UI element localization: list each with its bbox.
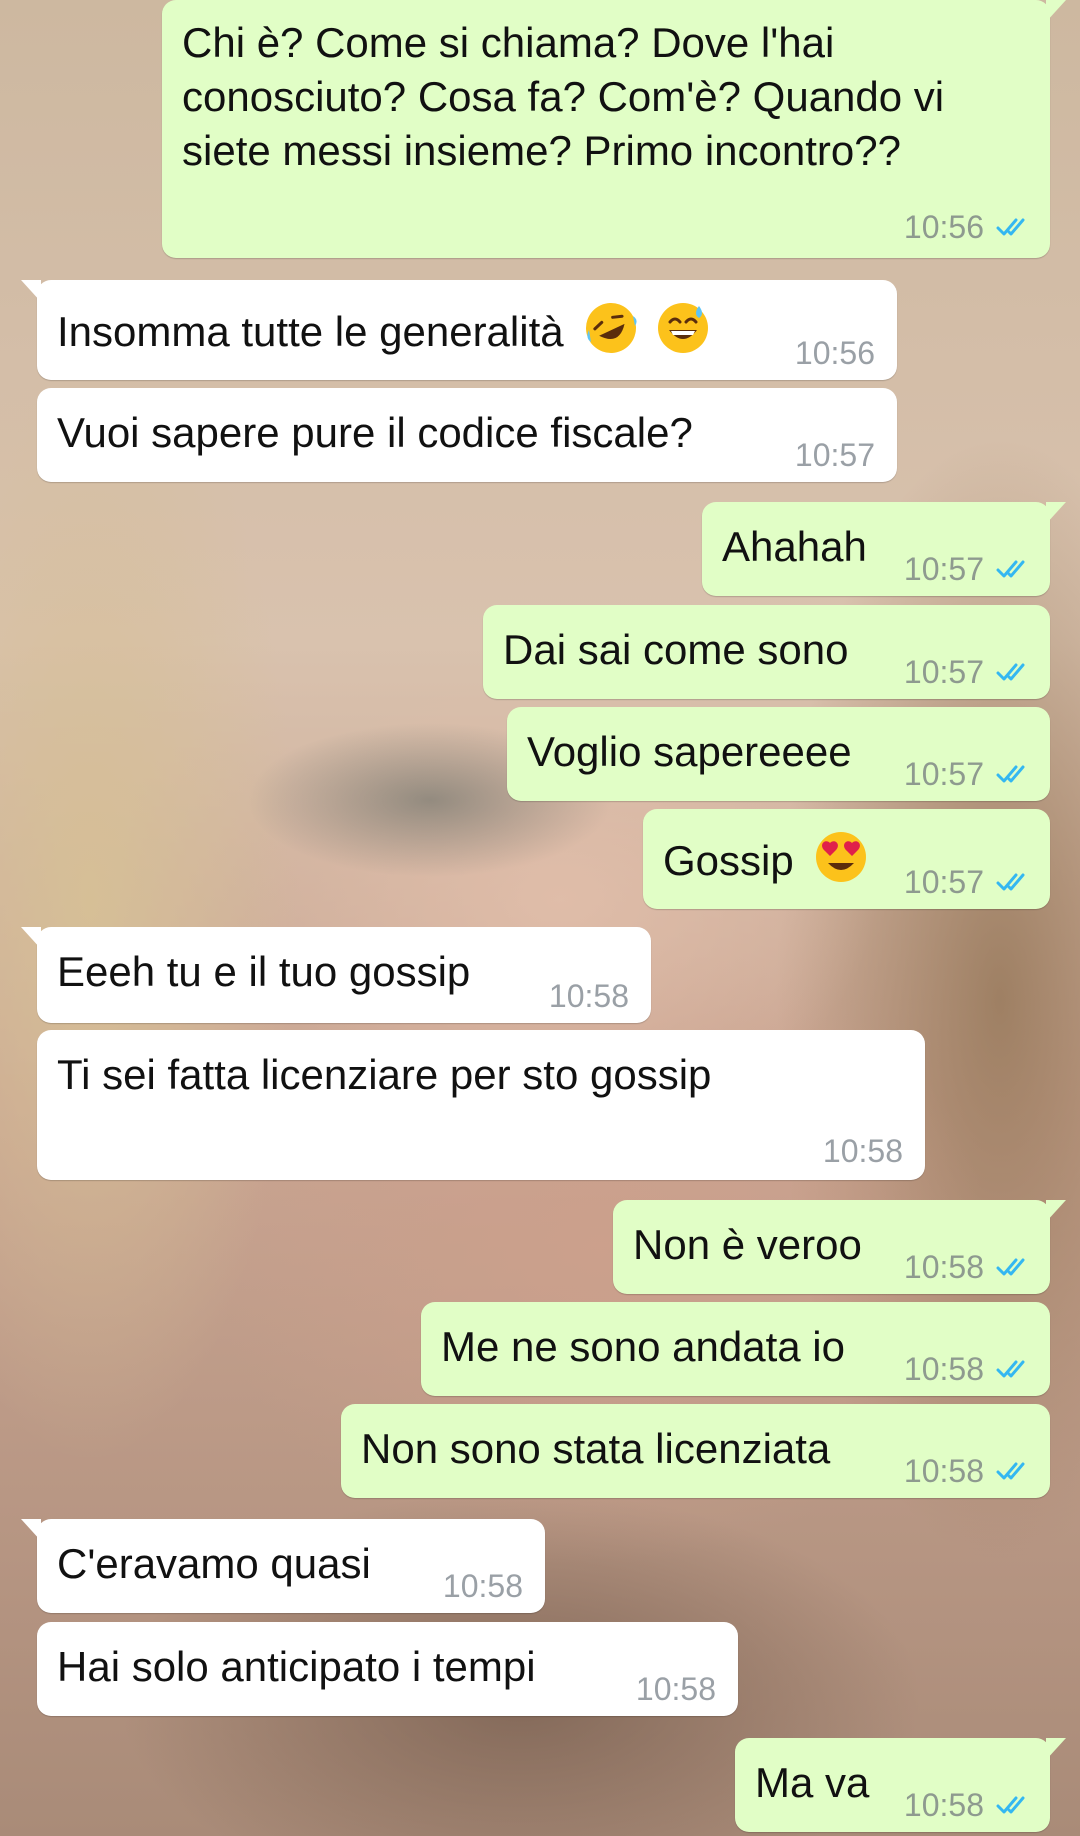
message-meta: 10:56 (904, 200, 1030, 254)
message-time: 10:57 (794, 437, 875, 473)
message-bubble-outgoing[interactable]: Non sono stata licenziata 10:58 (341, 1404, 1050, 1498)
heart-eyes-emoji-icon (816, 832, 867, 882)
message-meta: 10:57 (904, 645, 1030, 699)
message-bubble-outgoing[interactable]: Gossip 10:57 (643, 809, 1050, 909)
message-text: Chi è? Come si chiama? Dove l'hai conosc… (182, 19, 945, 174)
message-text: Non è veroo (633, 1221, 862, 1268)
message-text-row: Insomma tutte le generalità (57, 300, 711, 359)
message-text: Voglio sapereeee (527, 728, 852, 775)
read-receipt-icon (996, 560, 1025, 578)
rolling-on-floor-laughing-emoji-icon (586, 303, 637, 353)
message-meta: 10:58 (823, 1124, 903, 1178)
message-meta: 10:58 (904, 1778, 1030, 1832)
message-time: 10:58 (903, 1453, 984, 1489)
message-bubble-outgoing[interactable]: Non è veroo 10:58 (613, 1200, 1066, 1294)
message-meta: 10:56 (795, 326, 875, 380)
message-bubble-outgoing[interactable]: Me ne sono andata io 10:58 (421, 1302, 1050, 1396)
message-text: Ahahah (722, 523, 867, 570)
message-meta: 10:57 (904, 542, 1030, 596)
message-text: Non sono stata licenziata (361, 1425, 831, 1472)
message-text: Ti sei fatta licenziare per sto gossip (57, 1051, 712, 1098)
message-bubble-outgoing[interactable]: Chi è? Come si chiama? Dove l'hai conosc… (162, 0, 1066, 258)
message-bubble-incoming[interactable]: Ti sei fatta licenziare per sto gossip 1… (37, 1030, 925, 1180)
message-time: 10:58 (903, 1787, 984, 1823)
message-text: Gossip (663, 837, 794, 884)
message-meta: 10:57 (904, 855, 1030, 909)
message-bubble-outgoing[interactable]: Ahahah 10:57 (702, 502, 1066, 596)
message-text: Eeeh tu e il tuo gossip (57, 948, 471, 995)
message-time: 10:58 (903, 1351, 984, 1387)
message-bubble-outgoing[interactable]: Dai sai come sono 10:57 (483, 605, 1050, 699)
message-meta: 10:58 (904, 1240, 1030, 1294)
message-meta: 10:58 (904, 1342, 1030, 1396)
message-meta: 10:58 (904, 1444, 1030, 1498)
message-time: 10:58 (548, 978, 629, 1014)
read-receipt-icon (996, 873, 1025, 891)
grinning-sweat-emoji-icon (657, 303, 708, 353)
read-receipt-icon (996, 663, 1025, 681)
message-bubble-incoming[interactable]: Vuoi sapere pure il codice fiscale? 10:5… (37, 388, 897, 482)
message-text: Dai sai come sono (503, 626, 849, 673)
message-bubble-incoming[interactable]: C'eravamo quasi 10:58 (21, 1519, 545, 1613)
message-time: 10:58 (903, 1249, 984, 1285)
read-receipt-icon (996, 218, 1025, 236)
read-receipt-icon (996, 1462, 1025, 1480)
message-meta: 10:58 (443, 1559, 523, 1613)
message-time: 10:58 (635, 1671, 716, 1707)
message-time: 10:56 (794, 335, 875, 371)
message-meta: 10:57 (904, 747, 1030, 801)
read-receipt-icon (996, 1360, 1025, 1378)
message-text: Ma va (755, 1759, 870, 1806)
message-meta: 10:58 (636, 1662, 716, 1716)
message-text: Insomma tutte le generalità (57, 308, 564, 355)
message-bubble-incoming[interactable]: Hai solo anticipato i tempi 10:58 (37, 1622, 738, 1716)
message-time: 10:56 (903, 209, 984, 245)
message-bubble-incoming[interactable]: Insomma tutte le generalità 10:56 (21, 280, 897, 380)
message-bubble-outgoing[interactable]: Voglio sapereeee 10:57 (507, 707, 1050, 801)
message-time: 10:57 (903, 654, 984, 690)
message-text: C'eravamo quasi (57, 1540, 371, 1587)
message-time: 10:58 (442, 1568, 523, 1604)
message-text: Me ne sono andata io (441, 1323, 845, 1370)
message-time: 10:57 (903, 551, 984, 587)
message-time: 10:57 (903, 756, 984, 792)
message-text: Hai solo anticipato i tempi (57, 1643, 536, 1690)
message-time: 10:57 (903, 864, 984, 900)
message-time: 10:58 (822, 1133, 903, 1169)
read-receipt-icon (996, 1796, 1025, 1814)
message-meta: 10:57 (795, 428, 875, 482)
message-meta: 10:58 (549, 969, 629, 1023)
message-text-row: Gossip (663, 829, 869, 888)
message-text: Vuoi sapere pure il codice fiscale? (57, 409, 693, 456)
read-receipt-icon (996, 765, 1025, 783)
read-receipt-icon (996, 1258, 1025, 1276)
message-bubble-incoming[interactable]: Eeeh tu e il tuo gossip 10:58 (21, 927, 651, 1023)
message-bubble-outgoing[interactable]: Ma va 10:58 (735, 1738, 1066, 1832)
